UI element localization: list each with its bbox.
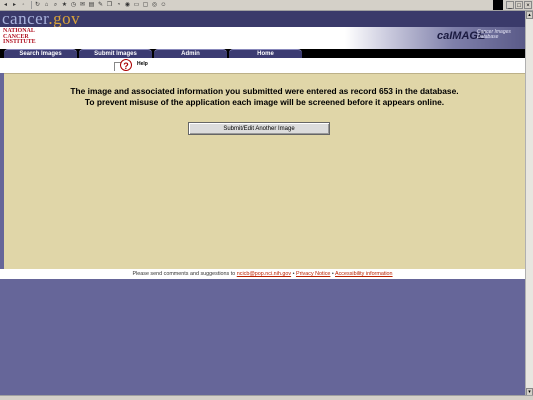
main-content: The image and associated information you… — [4, 73, 525, 270]
page-viewport: cancer.gov NATIONAL CANCER INSTITUTE caI… — [0, 11, 525, 396]
camera-icon[interactable]: ◎ — [151, 2, 158, 9]
help-link[interactable]: Help — [137, 61, 148, 67]
tab-home[interactable]: Home — [229, 49, 302, 58]
window-controls: _ □ × — [506, 1, 532, 9]
print-icon[interactable]: ▤ — [88, 2, 95, 9]
browser-toolbar: ◂ ▸ ◦ ↻ ⌂ ⌕ ★ ◷ ✉ ▤ ✎ ❐ ◔ ◉ ▭ ▢ ◎ ☺ _ □ … — [0, 0, 533, 11]
tab-submit-images[interactable]: Submit Images — [79, 49, 152, 58]
footer-text: Please send comments and suggestions to — [132, 271, 236, 277]
edit-icon[interactable]: ✎ — [97, 2, 104, 9]
minimize-icon[interactable]: _ — [506, 1, 514, 9]
forward-icon[interactable]: ▸ — [11, 2, 18, 9]
footer-separator: • — [292, 271, 295, 277]
help-icon[interactable]: ? — [120, 59, 132, 71]
message-line-2: To prevent misuse of the application eac… — [84, 97, 445, 107]
search-icon[interactable]: ⌕ — [52, 2, 59, 9]
toolbar-divider — [31, 1, 32, 9]
nav-bar: Search Images Submit Images Admin Home — [0, 49, 525, 58]
media-icon[interactable]: ◉ — [124, 2, 131, 9]
scroll-up-icon[interactable]: ▴ — [526, 11, 533, 19]
browser-throbber-icon — [493, 0, 503, 10]
accessibility-link[interactable]: Accessibility information — [335, 271, 393, 277]
mail-icon[interactable]: ✉ — [79, 2, 86, 9]
home-icon[interactable]: ⌂ — [43, 2, 50, 9]
refresh-icon[interactable]: ↻ — [34, 2, 41, 9]
maximize-icon[interactable]: □ — [515, 1, 523, 9]
history-icon[interactable]: ◷ — [70, 2, 77, 9]
header-banner: NATIONAL CANCER INSTITUTE caIMAGE Cancer… — [0, 27, 525, 49]
footer-separator: • — [331, 271, 334, 277]
favorites-icon[interactable]: ★ — [61, 2, 68, 9]
message-line-1: The image and associated information you… — [70, 86, 459, 96]
window-icon[interactable]: ▢ — [142, 2, 149, 9]
app-subtitle: Cancer Images Database — [477, 30, 517, 40]
folder-icon[interactable]: ▭ — [133, 2, 140, 9]
privacy-notice-link[interactable]: Privacy Notice — [296, 271, 330, 277]
footer-email-link[interactable]: ncicb@pop.nci.nih.gov — [237, 271, 291, 277]
tab-admin[interactable]: Admin — [154, 49, 227, 58]
footer: Please send comments and suggestions to … — [0, 269, 525, 279]
submit-another-image-button[interactable]: Submit/Edit Another Image — [188, 122, 330, 135]
confirmation-message: The image and associated information you… — [4, 86, 525, 108]
tab-search-images[interactable]: Search Images — [4, 49, 77, 58]
discuss-icon[interactable]: ❐ — [106, 2, 113, 9]
nci-logo[interactable]: NATIONAL CANCER INSTITUTE — [3, 28, 36, 46]
caimage-banner: caIMAGE Cancer Images Database — [345, 27, 525, 49]
messenger-icon[interactable]: ◔ — [115, 2, 122, 9]
logo-dot-text: .gov — [48, 11, 81, 28]
stop-icon[interactable]: ◦ — [20, 2, 27, 9]
site-top-bar: cancer.gov — [0, 11, 525, 28]
back-icon[interactable]: ◂ — [2, 2, 9, 9]
close-icon[interactable]: × — [524, 1, 532, 9]
status-bar — [0, 395, 533, 400]
logo-main-text: cancer — [2, 11, 49, 28]
app-subtitle-line-2: Database — [477, 34, 499, 40]
help-row: ? Help — [0, 58, 525, 73]
nci-line-3: INSTITUTE — [3, 39, 36, 45]
vertical-scrollbar[interactable]: ▴ ▾ — [525, 11, 533, 396]
user-icon[interactable]: ☺ — [160, 2, 167, 9]
